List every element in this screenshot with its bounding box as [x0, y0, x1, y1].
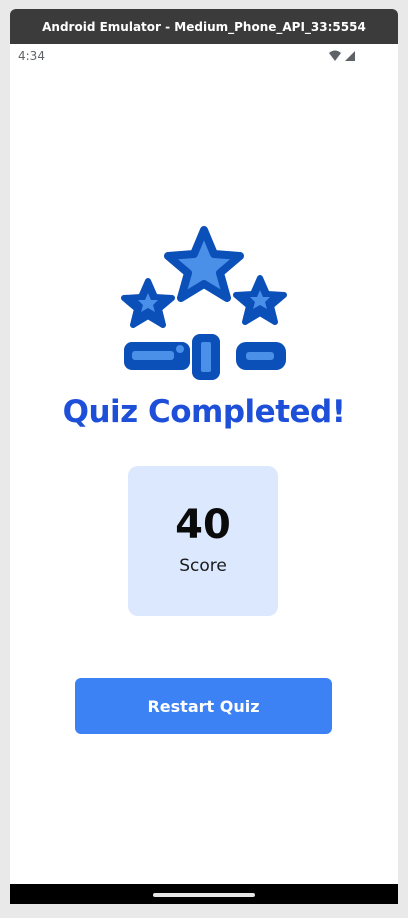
- score-card: 40 Score: [128, 466, 278, 616]
- wifi-icon: [329, 50, 341, 61]
- status-time: 4:34: [18, 49, 45, 63]
- window-title: Android Emulator - Medium_Phone_API_33:5…: [42, 19, 366, 34]
- star-icon: [164, 226, 244, 302]
- restart-quiz-button[interactable]: Restart Quiz: [75, 678, 332, 734]
- phone-screen: 4:34 Quiz Completed! 40 Score Restart Qu…: [10, 44, 398, 904]
- pedestal-icon: [124, 334, 286, 380]
- status-icons: [329, 50, 355, 61]
- trophy-stars-illustration: [121, 226, 287, 380]
- star-icon: [121, 278, 175, 328]
- home-gesture-handle[interactable]: [153, 893, 255, 897]
- quiz-completed-heading: Quiz Completed!: [62, 394, 346, 430]
- star-icon: [233, 275, 287, 325]
- score-label: Score: [179, 556, 227, 576]
- cellular-signal-icon: [345, 51, 355, 61]
- window-titlebar[interactable]: Android Emulator - Medium_Phone_API_33:5…: [10, 9, 398, 44]
- navigation-bar: [10, 884, 398, 904]
- status-bar: 4:34: [10, 44, 398, 68]
- score-value: 40: [175, 502, 231, 548]
- emulator-frame: Android Emulator - Medium_Phone_API_33:5…: [0, 0, 408, 918]
- restart-quiz-label: Restart Quiz: [147, 696, 260, 716]
